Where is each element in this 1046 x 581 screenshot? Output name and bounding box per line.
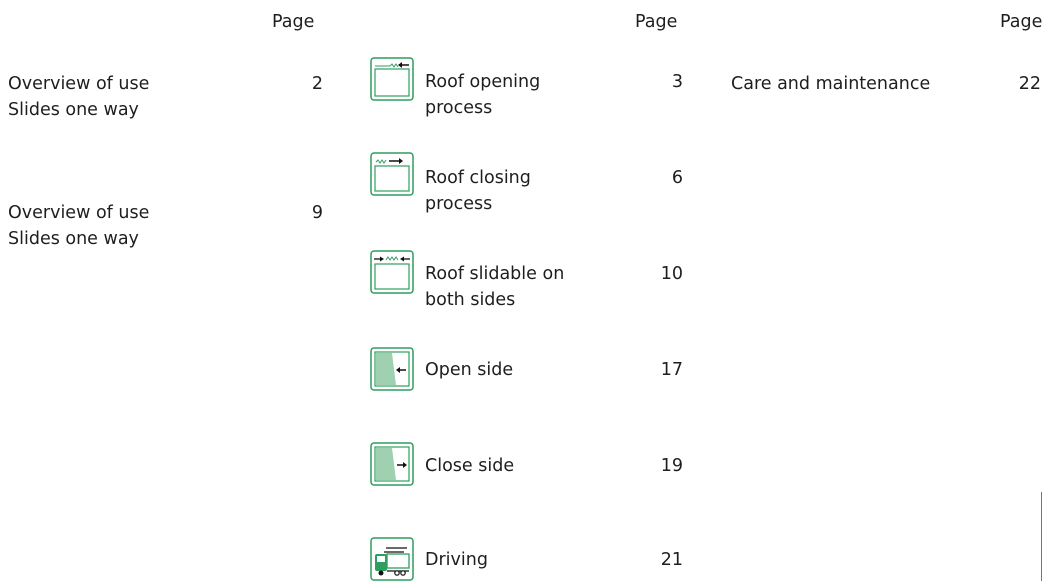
toc-entry-subtitle: Slides one way (8, 229, 139, 249)
toc-entry-page-number: 22 (1018, 74, 1041, 94)
open-side-icon (370, 347, 414, 391)
toc-entry-overview-1[interactable]: Overview of use Slides one way (8, 71, 149, 123)
truck-driving-icon (370, 537, 414, 581)
page-header-col3: Page (1000, 12, 1043, 32)
roof-both-sides-icon (370, 250, 414, 294)
roof-closing-icon (370, 152, 414, 196)
toc-entry-title: Open side (425, 360, 514, 380)
toc-entry-title: Care and maintenance (731, 74, 931, 94)
toc-entry-title: Overview of use (8, 74, 150, 94)
toc-entry-overview-2[interactable]: Overview of use Slides one way (8, 200, 149, 252)
page-header-col1: Page (272, 12, 315, 32)
toc-entry-roof-both-sides[interactable]: Roof slidable on both sides (425, 261, 564, 313)
toc-entry-roof-closing[interactable]: Roof closing process (425, 165, 531, 217)
toc-entry-page-number: 21 (660, 550, 683, 570)
toc-entry-page-number: 2 (311, 74, 323, 94)
toc-entry-title: Close side (425, 456, 515, 476)
toc-entry-title: Roof closing (425, 168, 531, 188)
toc-entry-subtitle: process (425, 194, 493, 214)
toc-entry-title: Driving (425, 550, 488, 570)
toc-entry-subtitle: both sides (425, 290, 516, 310)
page-header-col2: Page (635, 12, 678, 32)
toc-entry-title: Overview of use (8, 203, 150, 223)
toc-entry-page-number: 19 (660, 456, 683, 476)
toc-entry-driving[interactable]: Driving (425, 547, 488, 573)
toc-entry-subtitle: process (425, 98, 493, 118)
toc-entry-page-number: 10 (660, 264, 683, 284)
toc-entry-care-maintenance[interactable]: Care and maintenance (731, 71, 930, 97)
roof-opening-icon (370, 57, 414, 101)
toc-entry-title: Roof slidable on (425, 264, 565, 284)
close-side-icon (370, 442, 414, 486)
toc-entry-page-number: 3 (671, 72, 683, 92)
toc-entry-page-number: 6 (671, 168, 683, 188)
toc-entry-close-side[interactable]: Close side (425, 453, 514, 479)
section-tab-marker (1041, 492, 1046, 581)
toc-entry-subtitle: Slides one way (8, 100, 139, 120)
toc-entry-title: Roof opening (425, 72, 541, 92)
toc-entry-page-number: 9 (311, 203, 323, 223)
toc-entry-page-number: 17 (660, 360, 683, 380)
toc-entry-roof-opening[interactable]: Roof opening process (425, 69, 540, 121)
toc-entry-open-side[interactable]: Open side (425, 357, 513, 383)
